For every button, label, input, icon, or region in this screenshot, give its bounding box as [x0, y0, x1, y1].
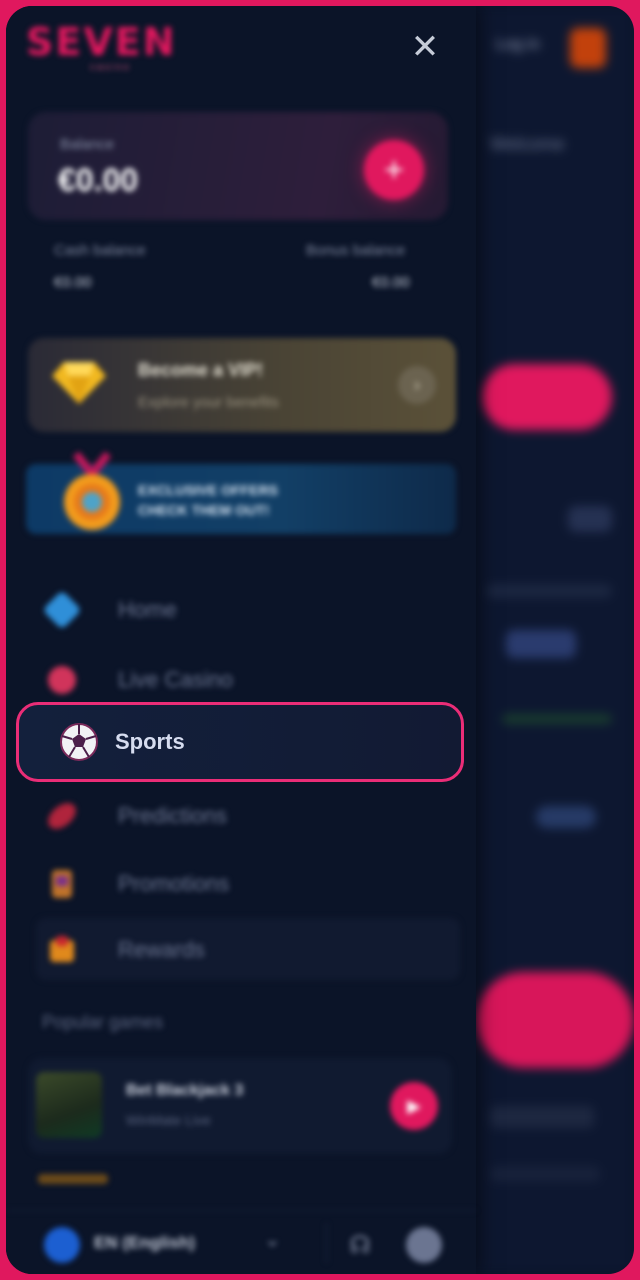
language-selector[interactable]: EN (English) [94, 1233, 195, 1253]
headset-icon[interactable]: ☊ [342, 1227, 378, 1263]
background-avatar [570, 28, 606, 68]
cash-balance-label: Cash balance [54, 242, 146, 259]
balance-card: Balance €0.00 + [28, 112, 448, 220]
bonus-balance-value: €0.00 [372, 274, 410, 291]
deposit-button[interactable]: + [364, 140, 424, 200]
popular-games-heading: Popular games [42, 1012, 164, 1032]
background-text-line [502, 714, 612, 724]
game-title: Bet Blackjack 3 [126, 1082, 244, 1099]
nav-item-live-casino[interactable]: Live Casino [42, 652, 442, 708]
background-pink-button [482, 364, 612, 430]
nav-label-home: Home [118, 597, 177, 622]
nav-label-live-casino: Live Casino [118, 667, 233, 692]
background-badge [536, 806, 596, 828]
side-menu-drawer: SEVEN casino ✕ Balance €0.00 + Cash bala… [6, 6, 476, 1274]
nav-label-promotions: Promotions [118, 871, 230, 896]
brand-logo[interactable]: SEVEN casino [26, 22, 177, 73]
nav-label-sports: Sports [115, 729, 185, 754]
settings-icon[interactable] [406, 1227, 442, 1263]
home-icon [42, 590, 82, 630]
chevron-down-icon[interactable]: ⌄ [264, 1227, 281, 1252]
globe-icon[interactable] [44, 1227, 80, 1263]
nav-label-predictions: Predictions [118, 803, 227, 828]
medal-icon [64, 451, 120, 530]
vip-title: Become a VIP! [138, 360, 264, 380]
background-blue-button [506, 630, 576, 658]
background-text-line [490, 1106, 594, 1128]
nav-item-promotions[interactable]: Promotions [42, 856, 442, 912]
offer-line-2: CHECK THEM OUT! [138, 502, 270, 518]
nav-item-rewards[interactable]: Rewards [42, 922, 442, 978]
background-chip [568, 506, 612, 532]
trophy-icon [42, 864, 82, 904]
drawer-footer: EN (English) ⌄ ☊ [6, 1210, 476, 1274]
diamond-icon [52, 362, 106, 404]
background-title: Welcome [490, 134, 565, 154]
brand-logo-word: SEVEN [26, 20, 177, 64]
background-cta-button [476, 972, 634, 1068]
game-provider: WinMate Live [126, 1112, 211, 1128]
game-card[interactable]: Bet Blackjack 3 WinMate Live ▶ [28, 1058, 452, 1154]
close-icon[interactable]: ✕ [406, 28, 444, 66]
play-icon[interactable]: ▶ [390, 1082, 438, 1130]
bonus-balance-label: Bonus balance [306, 242, 406, 259]
nav-item-sports[interactable]: Sports [16, 702, 464, 782]
vip-subtitle: Explore your benefits [138, 394, 279, 411]
reward-chest-icon [42, 930, 82, 970]
offer-line-1: EXCLUSIVE OFFERS [138, 482, 279, 498]
background-text-line [486, 584, 612, 598]
background-text-line [490, 1166, 600, 1182]
cash-balance-value: €0.00 [54, 274, 92, 291]
background-login-link: Log in [496, 36, 540, 53]
game-thumbnail [36, 1072, 102, 1138]
nav-item-predictions[interactable]: Predictions [42, 788, 442, 844]
phone-frame: Log in Welcome SEVEN casino ✕ Balance €0… [6, 6, 634, 1274]
chevron-right-icon[interactable]: › [398, 366, 436, 404]
plus-icon: + [384, 150, 404, 189]
live-casino-icon [42, 660, 82, 700]
vip-card[interactable]: Become a VIP! Explore your benefits › [28, 338, 456, 432]
nav-item-home[interactable]: Home [42, 582, 442, 638]
footer-divider [326, 1223, 327, 1263]
nav-label-rewards: Rewards [118, 937, 205, 962]
balance-amount: €0.00 [58, 162, 139, 198]
next-game-preview [38, 1174, 108, 1184]
balance-label: Balance [60, 136, 115, 153]
exclusive-offers-banner[interactable]: EXCLUSIVE OFFERS CHECK THEM OUT! [26, 451, 456, 534]
soccer-ball-icon [59, 722, 99, 762]
football-icon [42, 796, 82, 836]
